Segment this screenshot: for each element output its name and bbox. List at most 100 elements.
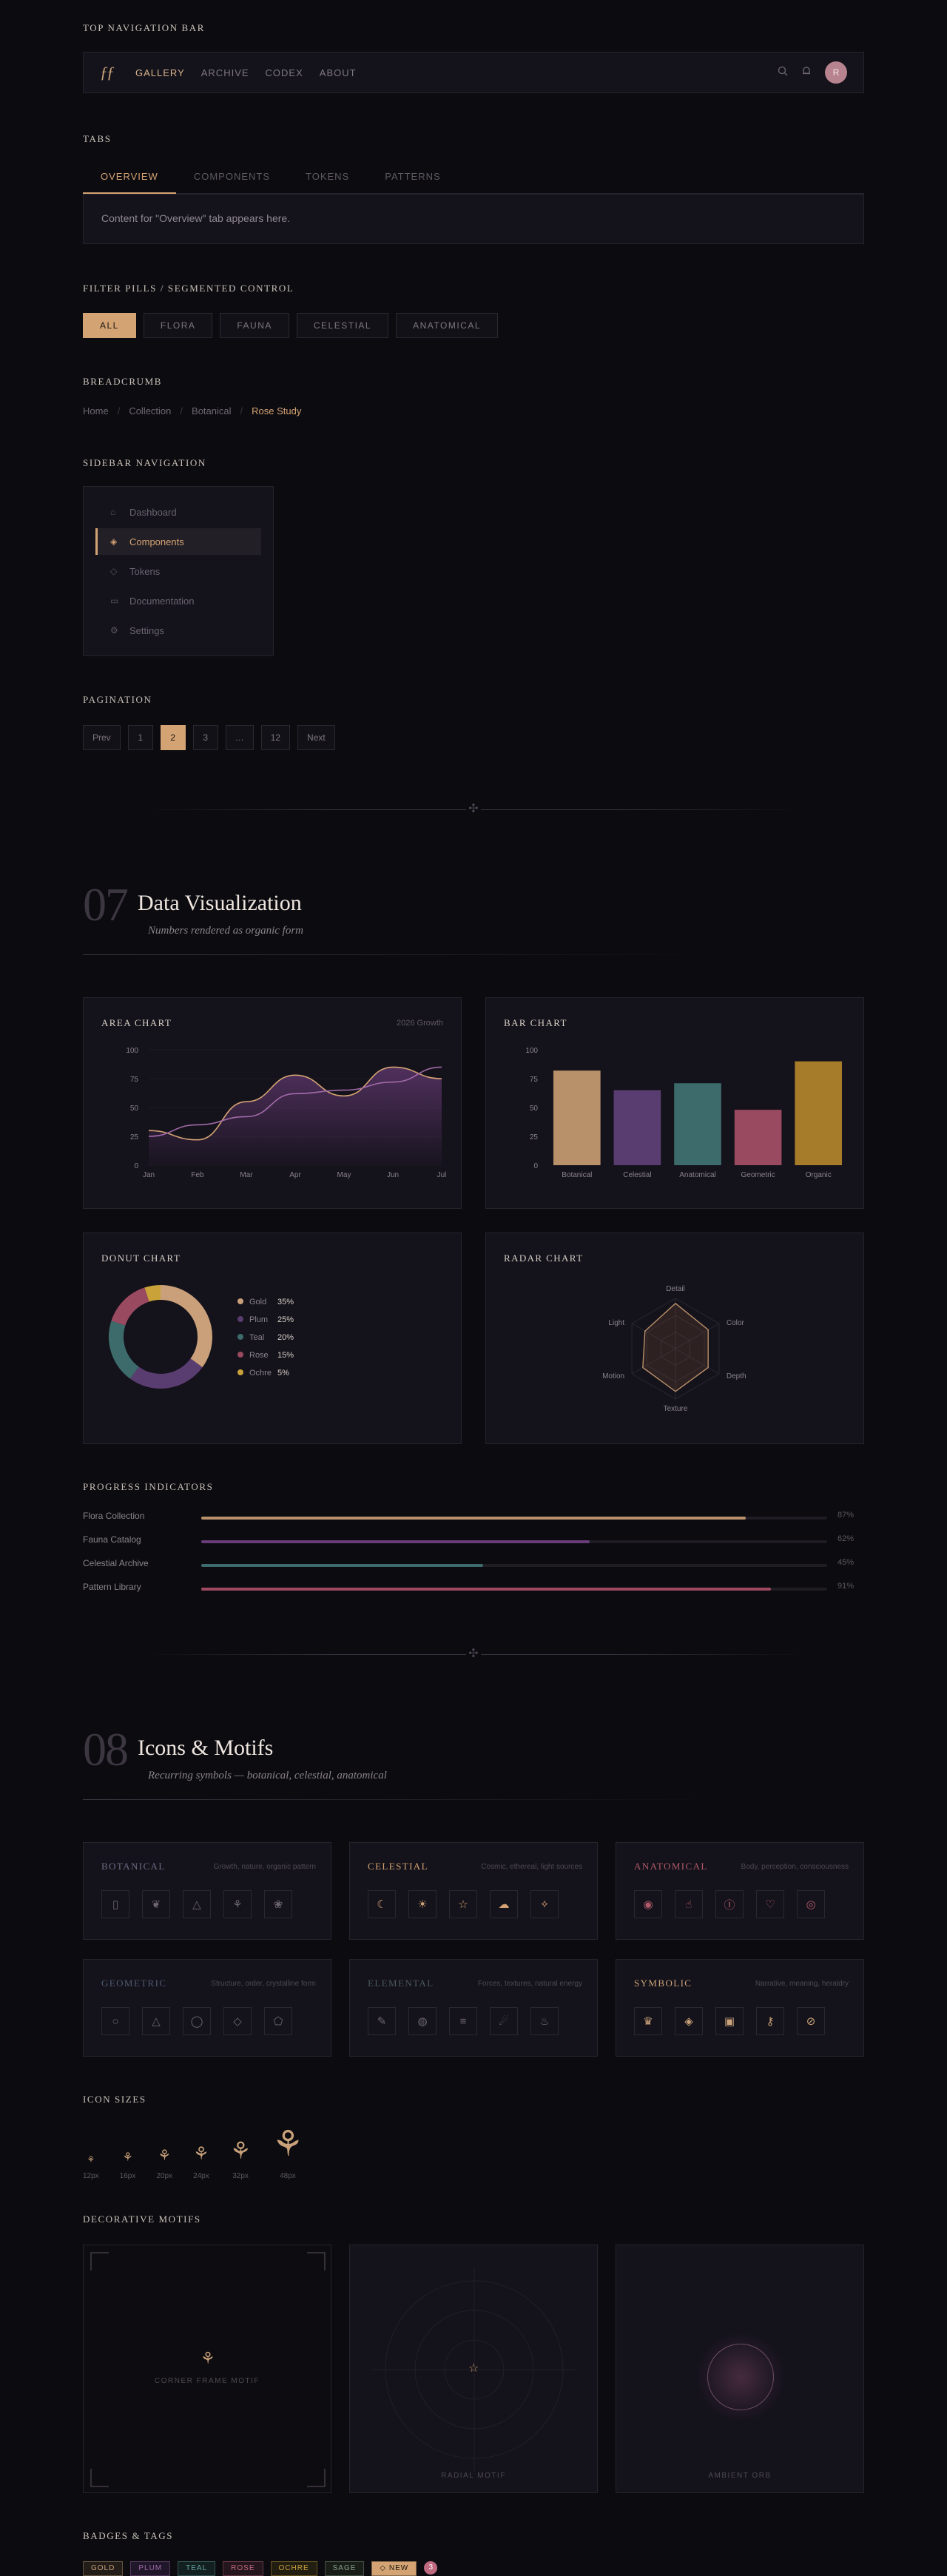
motif-icon[interactable]: ❦ bbox=[142, 1890, 170, 1918]
pill-fauna[interactable]: FAUNA bbox=[220, 313, 289, 338]
progress-row: Celestial Archive 45% bbox=[83, 1558, 864, 1573]
nav-link-archive[interactable]: ARCHIVE bbox=[201, 67, 249, 78]
page-button[interactable]: 1 bbox=[128, 725, 153, 750]
motif-icon[interactable]: ▯ bbox=[101, 1890, 129, 1918]
section-title: Icons & Motifs bbox=[138, 1736, 273, 1761]
logo[interactable]: ƒƒ bbox=[100, 63, 113, 82]
motif-icon[interactable]: ☾ bbox=[368, 1890, 396, 1918]
orb-ring bbox=[707, 2344, 774, 2410]
motif-icon[interactable]: ≡ bbox=[449, 2007, 477, 2035]
motif-icon[interactable]: ⚷ bbox=[756, 2007, 784, 2035]
tab-overview[interactable]: OVERVIEW bbox=[83, 167, 176, 194]
pill-celestial[interactable]: CELESTIAL bbox=[297, 313, 388, 338]
nav-link-about[interactable]: ABOUT bbox=[320, 67, 357, 78]
y-tick-label: 25 bbox=[530, 1133, 539, 1142]
motif-icon[interactable]: ◇ bbox=[223, 2007, 252, 2035]
nav-link-gallery[interactable]: GALLERY bbox=[135, 67, 185, 78]
legend-value: 25% bbox=[277, 1315, 294, 1324]
progress-fill bbox=[201, 1540, 590, 1543]
motif-icon[interactable]: Ⓘ bbox=[715, 1890, 744, 1918]
motif-icon[interactable]: △ bbox=[183, 1890, 211, 1918]
page-button[interactable]: 3 bbox=[193, 725, 218, 750]
progress-row: Fauna Catalog 62% bbox=[83, 1534, 864, 1549]
motif-icon[interactable]: ✧ bbox=[530, 1890, 559, 1918]
bell-icon[interactable] bbox=[801, 66, 812, 80]
progress-value: 45% bbox=[838, 1558, 854, 1567]
section-header-08: 08 Icons & Motifs Recurring symbols — bo… bbox=[83, 1722, 864, 1804]
section-rule bbox=[83, 954, 719, 955]
motif-icon[interactable]: ☄ bbox=[490, 2007, 518, 2035]
x-tick-label: Jan bbox=[143, 1171, 155, 1179]
motif-icon[interactable]: ❀ bbox=[264, 1890, 292, 1918]
breadcrumb-home[interactable]: Home bbox=[83, 405, 109, 417]
motif-icon[interactable]: ◉ bbox=[634, 1890, 662, 1918]
motif-icon[interactable]: ▣ bbox=[715, 2007, 744, 2035]
tab-patterns[interactable]: PATTERNS bbox=[367, 167, 458, 194]
page-ellipsis: … bbox=[226, 725, 254, 750]
section-number: 07 bbox=[83, 877, 127, 932]
tab-components[interactable]: COMPONENTS bbox=[176, 167, 288, 194]
icon-group-title: CELESTIAL bbox=[368, 1861, 428, 1872]
sidebar-item-components[interactable]: ◈Components bbox=[95, 528, 261, 555]
motif-icon[interactable]: ♛ bbox=[634, 2007, 662, 2035]
section-label-icon-sizes: ICON SIZES bbox=[83, 2094, 146, 2105]
icon-group-title: ELEMENTAL bbox=[368, 1977, 434, 1989]
icon-group-icons: ☾ ☀ ☆ ☁ ✧ bbox=[368, 1890, 559, 1918]
tab-tokens[interactable]: TOKENS bbox=[288, 167, 367, 194]
flower-icon: ⚘ bbox=[158, 2146, 171, 2165]
sidebar-item-dashboard[interactable]: ⌂Dashboard bbox=[95, 499, 261, 525]
ornament-icon: ✣ bbox=[466, 1647, 481, 1662]
page-prev-button[interactable]: Prev bbox=[83, 725, 121, 750]
legend-label: Plum bbox=[249, 1315, 268, 1324]
motif-icon[interactable]: ◈ bbox=[675, 2007, 703, 2035]
motif-icon[interactable]: ☝ bbox=[675, 1890, 703, 1918]
progress-fill bbox=[201, 1588, 771, 1591]
motif-icon[interactable]: △ bbox=[142, 2007, 170, 2035]
x-tick-label: Jun bbox=[387, 1171, 399, 1179]
pill-all[interactable]: ALL bbox=[83, 313, 136, 338]
motif-icon[interactable]: ◍ bbox=[408, 2007, 437, 2035]
motif-icon[interactable]: ○ bbox=[101, 2007, 129, 2035]
avatar[interactable]: R bbox=[825, 61, 847, 84]
icon-group-icons: ♛ ◈ ▣ ⚷ ⊘ bbox=[634, 2007, 825, 2035]
badge-tag: ROSE bbox=[223, 2561, 263, 2576]
motif-icon[interactable]: ⊘ bbox=[797, 2007, 825, 2035]
sidebar-item-documentation[interactable]: ▭Documentation bbox=[95, 587, 261, 614]
page-button-current[interactable]: 2 bbox=[161, 725, 186, 750]
motif-icon[interactable]: ✎ bbox=[368, 2007, 396, 2035]
section-subtitle: Numbers rendered as organic form bbox=[148, 925, 303, 937]
pill-flora[interactable]: FLORA bbox=[144, 313, 213, 338]
motif-icon[interactable]: ☆ bbox=[449, 1890, 477, 1918]
nav-link-codex[interactable]: CODEX bbox=[266, 67, 303, 78]
motif-icon[interactable]: ⬠ bbox=[264, 2007, 292, 2035]
sidebar-item-tokens[interactable]: ◇Tokens bbox=[95, 558, 261, 584]
breadcrumb-separator: / bbox=[180, 405, 183, 417]
icon-group-description: Narrative, meaning, heraldry bbox=[755, 1980, 849, 1988]
flower-icon: ⚘ bbox=[87, 2154, 95, 2165]
motif-icon[interactable]: ♡ bbox=[756, 1890, 784, 1918]
breadcrumb-collection[interactable]: Collection bbox=[129, 405, 171, 417]
sidebar-item-label: Documentation bbox=[129, 596, 194, 607]
motif-icon[interactable]: ♨ bbox=[530, 2007, 559, 2035]
breadcrumb-botanical[interactable]: Botanical bbox=[192, 405, 231, 417]
search-icon[interactable] bbox=[778, 66, 788, 80]
sidebar-item-settings[interactable]: ⚙Settings bbox=[95, 617, 261, 644]
bar bbox=[795, 1062, 842, 1165]
legend-swatch bbox=[237, 1334, 243, 1340]
y-tick-label: 100 bbox=[525, 1047, 538, 1055]
motif-icon[interactable]: ◯ bbox=[183, 2007, 211, 2035]
icon-size-label: 32px bbox=[232, 2172, 249, 2180]
motif-icon[interactable]: ◎ bbox=[797, 1890, 825, 1918]
motif-icon[interactable]: ☁ bbox=[490, 1890, 518, 1918]
y-tick-label: 25 bbox=[130, 1133, 139, 1142]
motif-icon[interactable]: ⚘ bbox=[223, 1890, 252, 1918]
legend-value: 5% bbox=[277, 1369, 289, 1378]
motif-icon[interactable]: ☀ bbox=[408, 1890, 437, 1918]
page-next-button[interactable]: Next bbox=[297, 725, 335, 750]
page-button[interactable]: 12 bbox=[261, 725, 290, 750]
radar-axis-label: Detail bbox=[666, 1285, 685, 1293]
sidebar-item-label: Tokens bbox=[129, 566, 160, 577]
x-tick-label: Botanical bbox=[562, 1171, 592, 1179]
pill-anatomical[interactable]: ANATOMICAL bbox=[396, 313, 498, 338]
icon-group-card: CELESTIALCosmic, ethereal, light sources… bbox=[349, 1842, 598, 1940]
